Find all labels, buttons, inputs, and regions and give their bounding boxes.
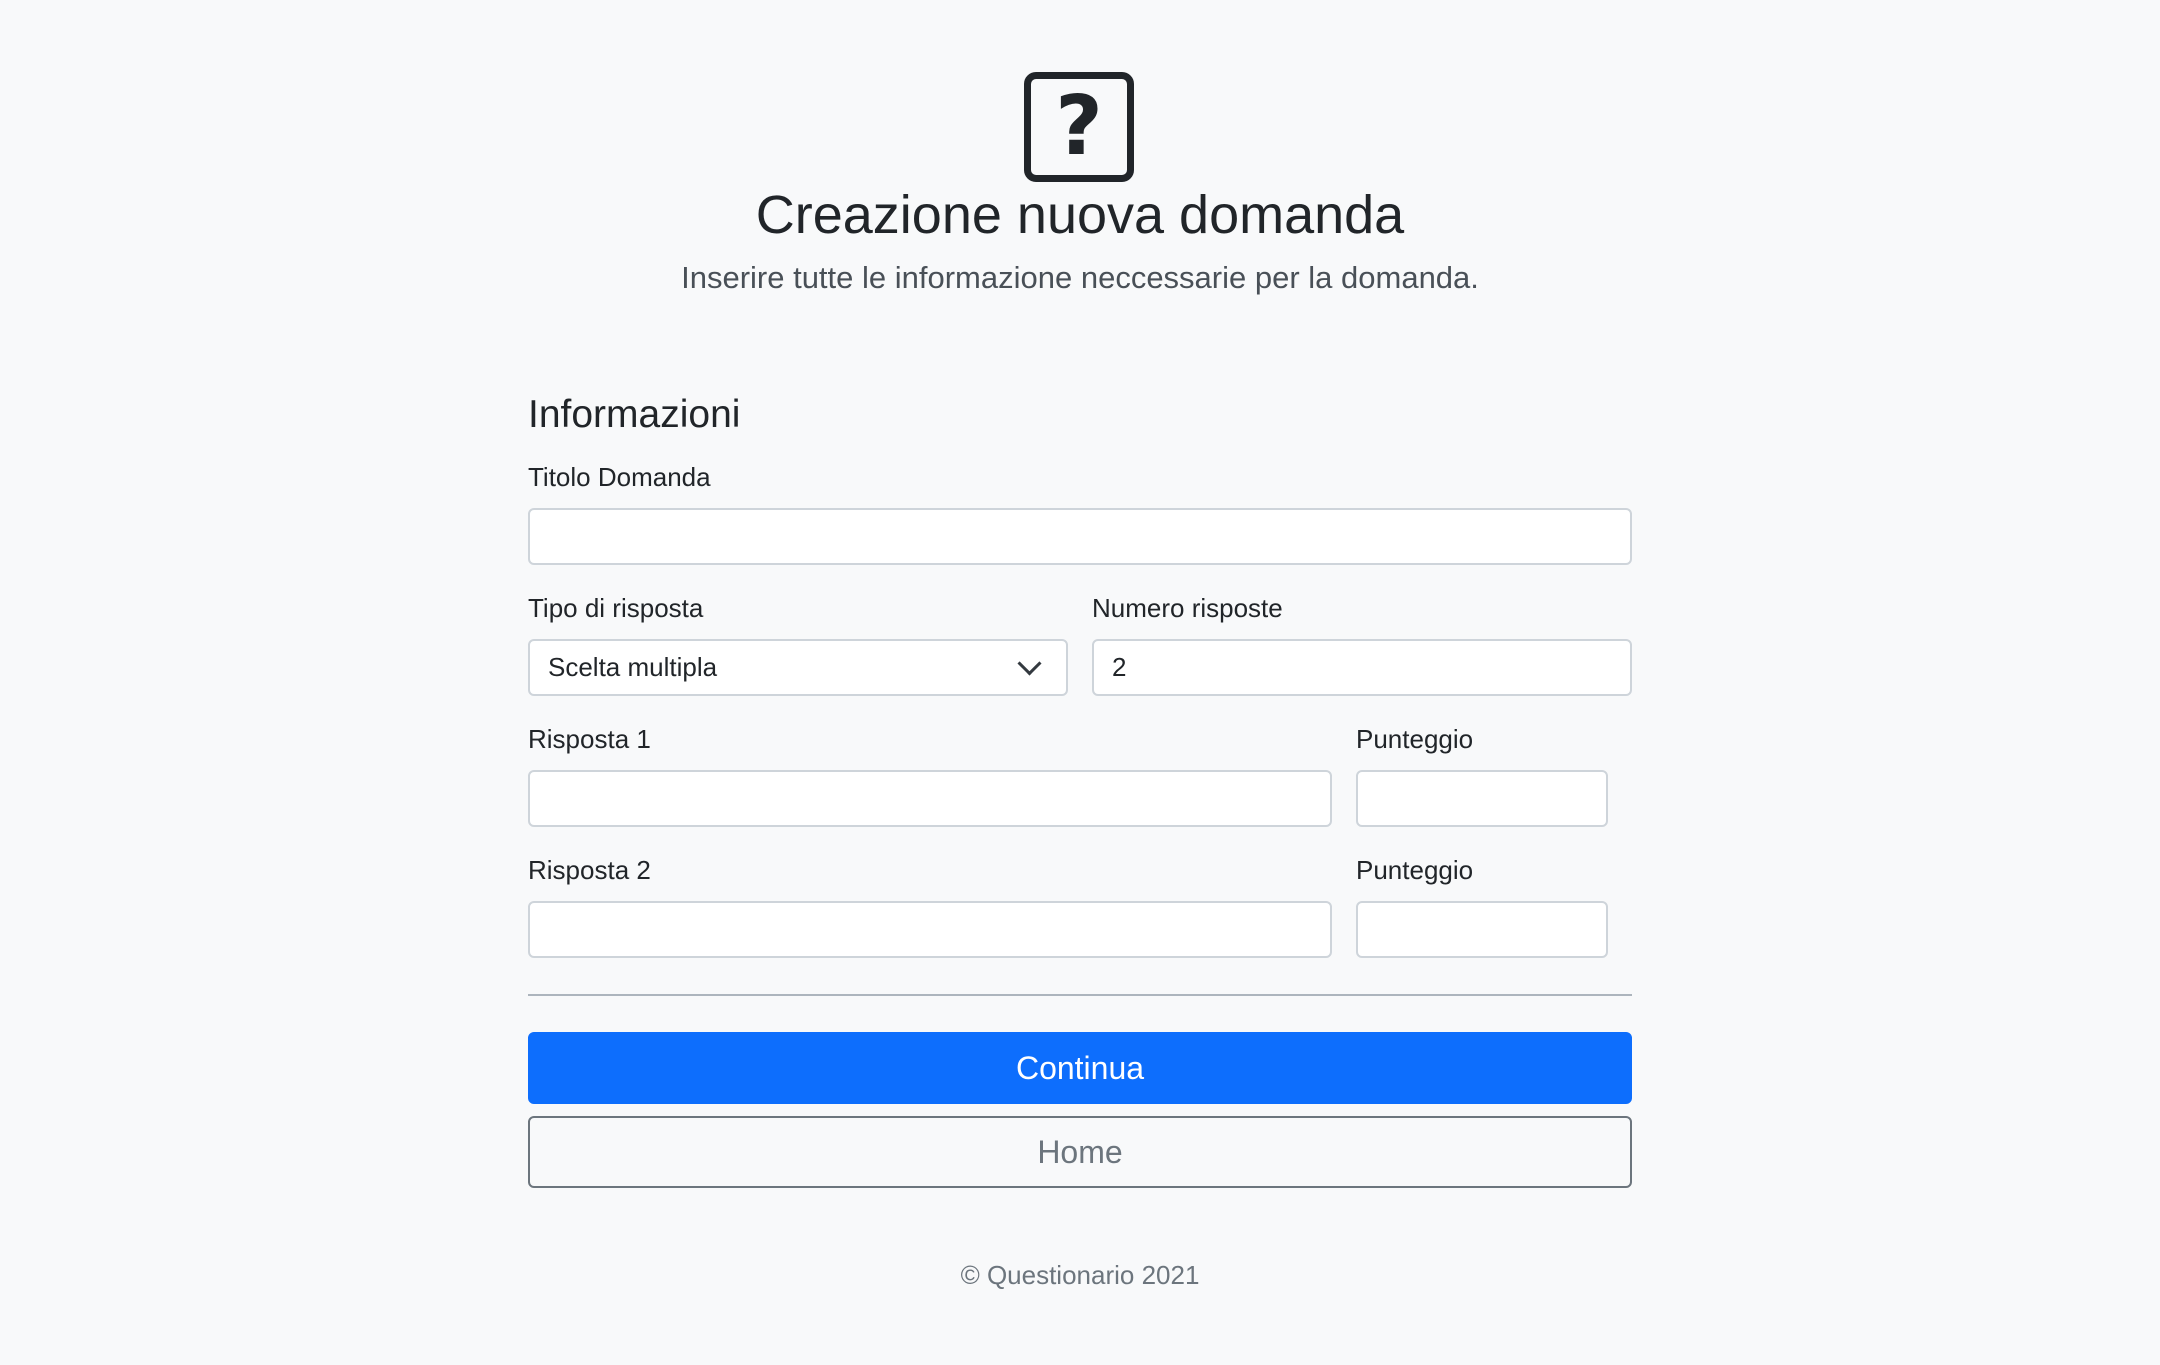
score-1-input[interactable] (1356, 770, 1608, 827)
score-1-group: Punteggio (1356, 722, 1608, 827)
footer-copyright: © Questionario 2021 (960, 1260, 1200, 1290)
title-input[interactable] (528, 508, 1632, 565)
answer-2-label: Risposta 2 (528, 855, 651, 885)
home-button[interactable]: Home (528, 1116, 1632, 1188)
question-form: Informazioni Titolo Domanda Tipo di risp… (528, 390, 1632, 1188)
form-divider (528, 994, 1632, 996)
answer-1-label: Risposta 1 (528, 724, 651, 754)
answer-count-input[interactable]: 2 (1092, 639, 1632, 696)
answer-1-group: Risposta 1 (528, 722, 1332, 827)
page-title: Creazione nuova domanda (755, 185, 1405, 245)
question-square-icon: ? (1024, 72, 1134, 182)
score-2-label: Punteggio (1356, 855, 1474, 885)
answer-row-1: Risposta 1 Punteggio (528, 722, 1632, 827)
answer-type-selected: Scelta multipla (548, 652, 718, 682)
page-subtitle: Inserire tutte le informazione neccessar… (681, 260, 1479, 295)
continue-button[interactable]: Continua (528, 1032, 1632, 1104)
question-mark-glyph: ? (1055, 79, 1103, 174)
answer-row-2: Risposta 2 Punteggio (528, 853, 1632, 958)
answer-2-group: Risposta 2 (528, 853, 1332, 958)
answer-count-label: Numero risposte (1092, 593, 1283, 623)
score-1-label: Punteggio (1356, 724, 1474, 754)
score-2-group: Punteggio (1356, 853, 1608, 958)
answer-count-group: Numero risposte 2 (1092, 591, 1632, 696)
answer-2-input[interactable] (528, 901, 1332, 958)
section-title: Informazioni (528, 393, 741, 436)
title-field-label: Titolo Domanda (528, 462, 711, 492)
chevron-down-icon (1017, 651, 1042, 676)
score-2-input[interactable] (1356, 901, 1608, 958)
answer-type-group: Tipo di risposta Scelta multipla (528, 591, 1068, 696)
type-count-row: Tipo di risposta Scelta multipla Numero … (528, 591, 1632, 696)
answer-1-input[interactable] (528, 770, 1332, 827)
answer-type-select[interactable]: Scelta multipla (528, 639, 1068, 696)
answer-type-label: Tipo di risposta (528, 593, 704, 623)
